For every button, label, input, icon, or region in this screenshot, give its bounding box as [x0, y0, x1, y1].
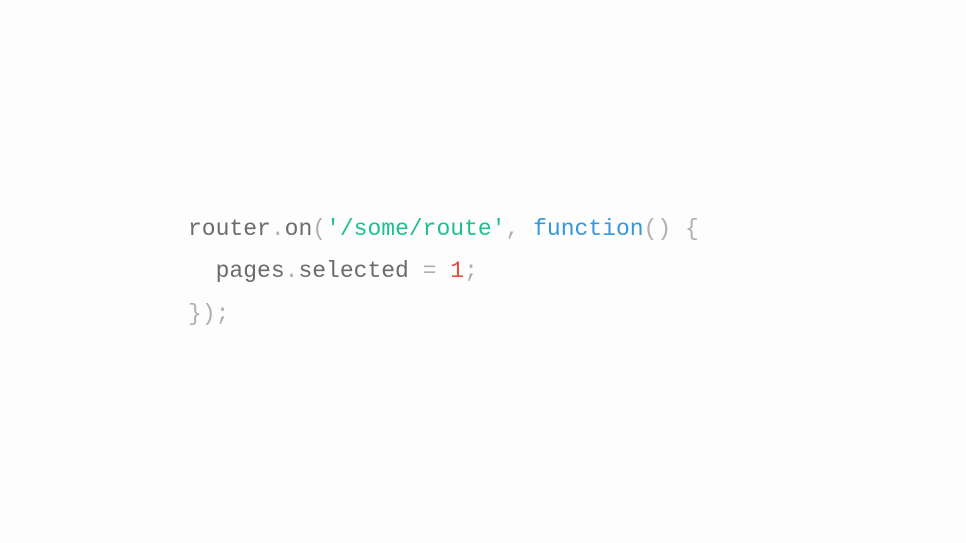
- space: [436, 258, 450, 284]
- method-on: on: [285, 216, 313, 242]
- semicolon: ;: [464, 258, 478, 284]
- space: [409, 258, 423, 284]
- close-brace: }: [188, 301, 202, 327]
- code-line-3: });: [188, 301, 229, 327]
- space: [519, 216, 533, 242]
- indent: [188, 258, 216, 284]
- empty-parens: (): [644, 216, 672, 242]
- identifier-pages: pages: [216, 258, 285, 284]
- number-literal: 1: [450, 258, 464, 284]
- property-selected: selected: [298, 258, 408, 284]
- space: [671, 216, 685, 242]
- code-snippet: router.on('/some/route', function() { pa…: [188, 208, 699, 336]
- comma: ,: [506, 216, 520, 242]
- open-brace: {: [685, 216, 699, 242]
- string-route: '/some/route': [326, 216, 505, 242]
- open-paren: (: [312, 216, 326, 242]
- dot-operator: .: [285, 258, 299, 284]
- semicolon: ;: [216, 301, 230, 327]
- close-paren: ): [202, 301, 216, 327]
- code-line-1: router.on('/some/route', function() {: [188, 216, 699, 242]
- equals-operator: =: [423, 258, 437, 284]
- code-line-2: pages.selected = 1;: [188, 258, 478, 284]
- keyword-function: function: [533, 216, 643, 242]
- dot-operator: .: [271, 216, 285, 242]
- identifier-router: router: [188, 216, 271, 242]
